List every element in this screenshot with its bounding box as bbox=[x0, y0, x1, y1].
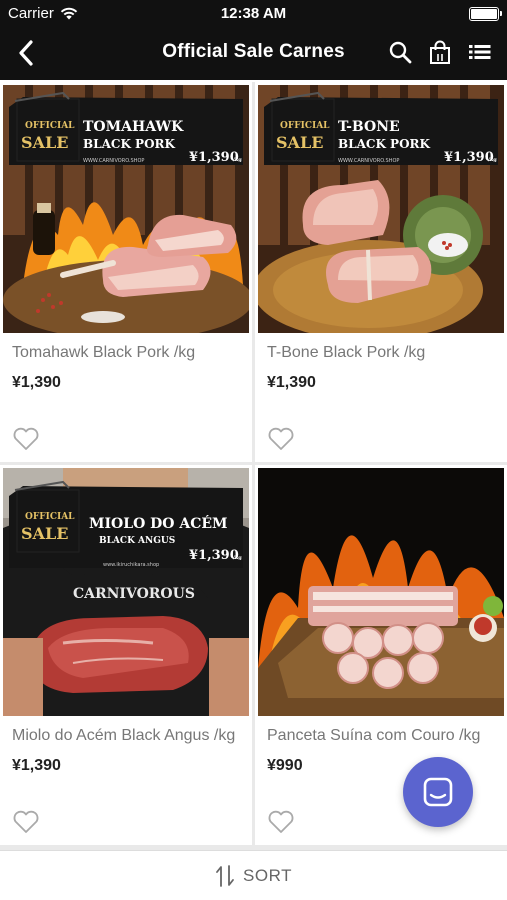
banner-title-line2: BLACK PORK bbox=[338, 137, 430, 151]
product-photo-tomahawk: OFFICIAL SALE TOMAHAWK BLACK PORK ¥1,390… bbox=[3, 85, 249, 333]
product-price: ¥1,390 bbox=[12, 374, 61, 391]
search-icon bbox=[389, 41, 412, 64]
heart-icon[interactable] bbox=[12, 810, 40, 834]
product-card[interactable]: OFFICIAL SALE T-BONE BLACK PORK ¥1,390 /… bbox=[255, 82, 507, 462]
product-name[interactable]: Panceta Suína com Couro /kg bbox=[267, 727, 495, 745]
banner-title-line1: TOMAHAWK bbox=[83, 119, 184, 135]
banner-badge-top: OFFICIAL bbox=[25, 512, 75, 522]
banner-badge-sale: SALE bbox=[21, 524, 68, 543]
banner-unit: /kg bbox=[488, 157, 497, 163]
heart-icon[interactable] bbox=[267, 810, 295, 834]
product-price: ¥1,390 bbox=[12, 757, 61, 774]
banner-unit: /kg bbox=[233, 555, 242, 561]
product-price: ¥990 bbox=[267, 757, 303, 774]
banner-site: WWW.CARNIVORO.SHOP bbox=[83, 158, 144, 164]
banner-title-line1: MIOLO DO ACÉM bbox=[89, 514, 228, 532]
banner-title-line1: T-BONE bbox=[338, 119, 400, 135]
banner-site: www.ikiruchikara.shop bbox=[103, 562, 159, 568]
product-grid: OFFICIAL SALE TOMAHAWK BLACK PORK ¥1,390… bbox=[0, 82, 507, 850]
product-image[interactable]: OFFICIAL SALE T-BONE BLACK PORK ¥1,390 /… bbox=[258, 85, 504, 333]
product-price: ¥1,390 bbox=[267, 374, 316, 391]
product-name[interactable]: Tomahawk Black Pork /kg bbox=[12, 344, 240, 362]
search-button[interactable] bbox=[387, 38, 413, 66]
product-image[interactable]: CARNIVOROUS OFFICIAL SALE MIOLO DO ACÉM … bbox=[3, 468, 249, 716]
heart-icon[interactable] bbox=[12, 427, 40, 451]
sort-button[interactable]: SORT bbox=[0, 864, 507, 888]
banner-badge-top: OFFICIAL bbox=[25, 121, 75, 131]
banner-price: ¥1,390 bbox=[444, 150, 494, 165]
chat-icon bbox=[423, 777, 453, 807]
product-name[interactable]: Miolo do Acém Black Angus /kg bbox=[12, 727, 240, 745]
product-name[interactable]: T-Bone Black Pork /kg bbox=[267, 344, 495, 362]
product-photo-panceta bbox=[258, 468, 504, 716]
banner-badge-sale: SALE bbox=[276, 133, 323, 152]
banner-unit: /kg bbox=[233, 157, 242, 163]
battery-icon bbox=[469, 7, 502, 21]
sort-icon bbox=[216, 865, 234, 887]
nav-bar: Official Sale Carnes bbox=[0, 28, 507, 80]
cart-button[interactable] bbox=[427, 38, 453, 66]
list-icon bbox=[469, 45, 491, 59]
status-time: 12:38 AM bbox=[220, 5, 287, 22]
product-image[interactable] bbox=[258, 468, 504, 716]
product-card[interactable]: OFFICIAL SALE TOMAHAWK BLACK PORK ¥1,390… bbox=[0, 82, 252, 462]
banner-price: ¥1,390 bbox=[189, 548, 239, 563]
product-photo-tbone: OFFICIAL SALE T-BONE BLACK PORK ¥1,390 /… bbox=[258, 85, 504, 333]
banner-title-line2: BLACK ANGUS bbox=[99, 536, 175, 546]
product-card[interactable]: CARNIVOROUS OFFICIAL SALE MIOLO DO ACÉM … bbox=[0, 465, 252, 845]
banner-badge-sale: SALE bbox=[21, 133, 68, 152]
status-bar: Carrier 12:38 AM bbox=[0, 0, 507, 28]
chat-button[interactable] bbox=[403, 757, 473, 827]
banner-price: ¥1,390 bbox=[189, 150, 239, 165]
sort-bar: SORT bbox=[0, 850, 507, 900]
product-image[interactable]: OFFICIAL SALE TOMAHAWK BLACK PORK ¥1,390… bbox=[3, 85, 249, 333]
top-bar: Carrier 12:38 AM Official Sale Carnes bbox=[0, 0, 507, 80]
sort-label: SORT bbox=[243, 866, 292, 885]
shopping-bag-icon bbox=[430, 40, 450, 64]
banner-badge-top: OFFICIAL bbox=[280, 121, 330, 131]
banner-title-line2: BLACK PORK bbox=[83, 137, 175, 151]
nav-actions bbox=[387, 38, 493, 66]
banner-site: WWW.CARNIVORO.SHOP bbox=[338, 158, 399, 164]
menu-list-button[interactable] bbox=[467, 38, 493, 66]
heart-icon[interactable] bbox=[267, 427, 295, 451]
product-photo-miolo: CARNIVOROUS OFFICIAL SALE MIOLO DO ACÉM … bbox=[3, 468, 249, 716]
